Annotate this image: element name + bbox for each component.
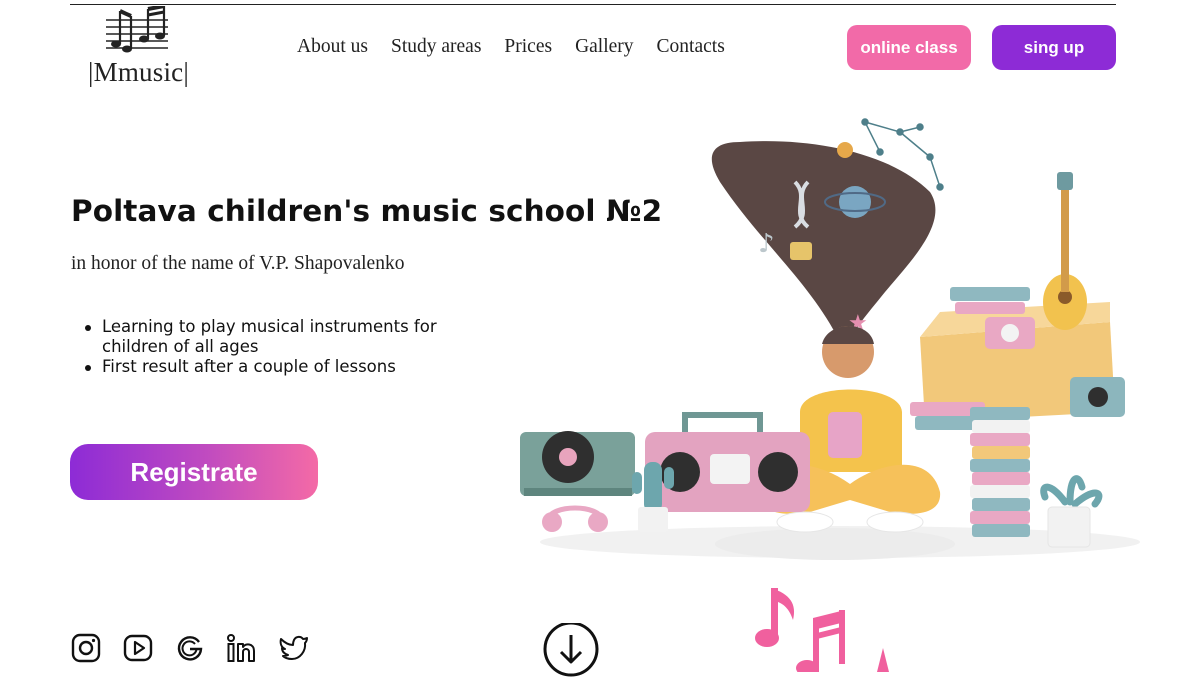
feature-item: Learning to play musical instruments for… (84, 317, 462, 357)
feature-list: Learning to play musical instruments for… (84, 317, 462, 377)
arrow-down-circle-icon (543, 621, 599, 677)
music-notes-icon (106, 6, 168, 53)
register-button[interactable]: Registrate (70, 444, 318, 500)
nav-prices[interactable]: Prices (504, 36, 552, 58)
social-links (70, 632, 310, 664)
twitter-icon[interactable] (278, 632, 310, 664)
feature-item: First result after a couple of lessons (84, 357, 462, 377)
instagram-icon[interactable] (70, 632, 102, 664)
main-nav: About us Study areas Prices Gallery Cont… (297, 36, 725, 58)
youtube-icon[interactable] (122, 632, 154, 664)
google-icon[interactable] (174, 632, 206, 664)
sign-up-button[interactable]: sing up (992, 25, 1116, 70)
hero-subtitle: in honor of the name of V.P. Shapovalenk… (71, 253, 405, 274)
nav-study-areas[interactable]: Study areas (391, 36, 481, 58)
nav-about-us[interactable]: About us (297, 36, 368, 58)
nav-gallery[interactable]: Gallery (575, 36, 633, 58)
hero-illustration: ♪ ★ (510, 112, 1170, 572)
logo[interactable]: |Mmusic| (76, 6, 201, 88)
music-notes-decoration (755, 582, 915, 676)
scroll-down-button[interactable] (542, 621, 600, 681)
svg-text:♪: ♪ (758, 229, 775, 259)
top-divider (70, 4, 1116, 5)
logo-text: |Mmusic| (88, 57, 189, 87)
linkedin-icon[interactable] (226, 632, 258, 664)
online-class-button[interactable]: online class (847, 25, 971, 70)
nav-contacts[interactable]: Contacts (657, 36, 725, 58)
